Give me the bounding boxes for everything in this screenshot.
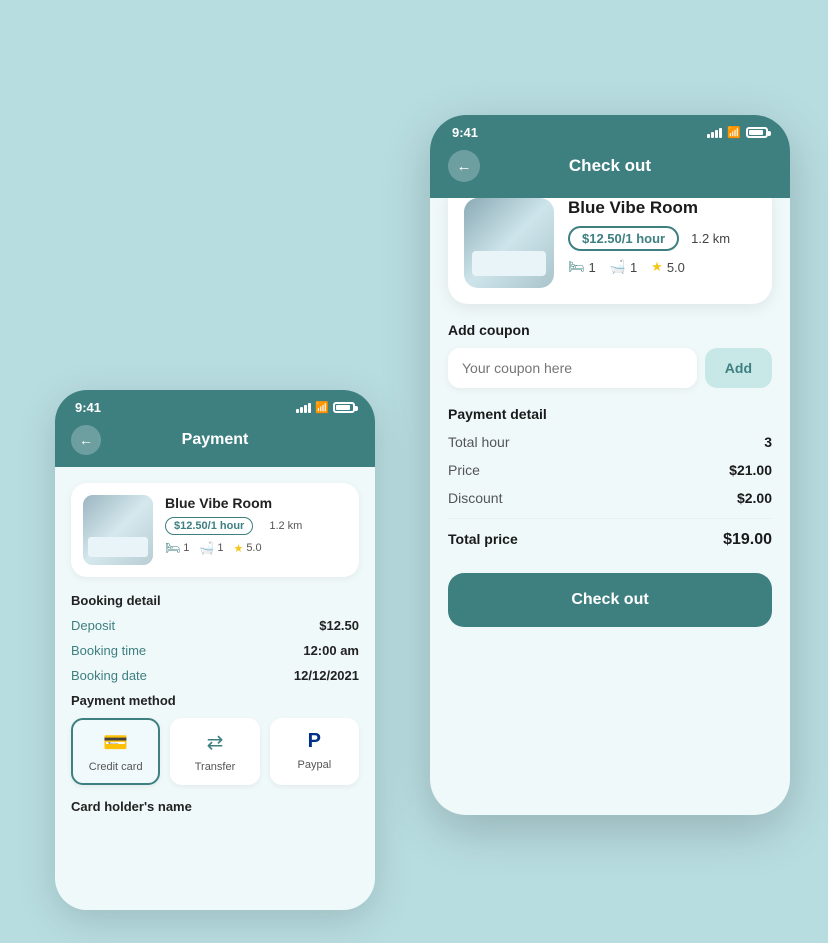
coupon-input[interactable] [448,348,697,388]
status-bar-back: 9:41 📶 [55,390,375,423]
coupon-label: Add coupon [448,322,772,338]
header-title-front: Check out [569,156,651,176]
pm-paypal-card[interactable]: P Paypal [270,718,359,785]
price-value: $21.00 [729,462,772,478]
booking-time-row: Booking time 12:00 am [71,643,359,658]
total-price-value: $19.00 [723,531,772,549]
content-front: Blue Vibe Room $12.50/1 hour 1.2 km 🛏 1 … [430,198,790,788]
header-title-back: Payment [182,431,249,449]
room-amenities-front: 🛏 1 🛁 1 ★ 5.0 [568,259,756,275]
credit-card-icon: 💳 [103,730,128,755]
battery-icon-front [746,127,768,138]
status-icons-front: 📶 [707,126,768,139]
payment-phone: 9:41 📶 ← Payment Blue Vibe Room $12.50/ [55,390,375,910]
back-button-back[interactable]: ← [71,425,101,455]
room-thumb-front [464,198,554,288]
price-row-front: $12.50/1 hour 1.2 km [568,226,756,251]
pd-divider [448,518,772,519]
signal-icon-back [296,403,311,413]
price-row: Price $21.00 [448,462,772,478]
bed-icon-back: 🛏 [165,541,180,555]
checkout-button[interactable]: Check out [448,573,772,627]
rating-amenity-front: ★ 5.0 [651,259,685,275]
room-image-back [83,495,153,565]
payment-detail-title: Payment detail [448,406,772,422]
beds-amenity-front: 🛏 1 [568,259,596,275]
total-hour-value: 3 [764,434,772,450]
bath-icon-front: 🛁 [610,259,626,275]
star-icon-back: ★ [233,542,243,555]
back-button-front[interactable]: ← [448,150,480,182]
total-hour-label: Total hour [448,434,509,450]
pm-credit-card[interactable]: 💳 Credit card [71,718,160,785]
beds-amenity-back: 🛏 1 [165,541,189,555]
total-price-row: Total price $19.00 [448,531,772,549]
deposit-row: Deposit $12.50 [71,618,359,633]
booking-date-label: Booking date [71,668,147,683]
signal-icon-front [707,128,722,138]
card-holder-label: Card holder's name [71,799,359,814]
status-time-back: 9:41 [75,400,101,415]
discount-label: Discount [448,490,502,506]
bath-icon-back: 🛁 [199,541,214,555]
room-image-front [464,198,554,288]
total-hour-row: Total hour 3 [448,434,772,450]
room-distance-back: 1.2 km [269,520,302,532]
discount-value: $2.00 [737,490,772,506]
payment-method-title: Payment method [71,693,359,708]
content-back: Blue Vibe Room $12.50/1 hour 1.2 km 🛏 1 … [55,467,375,840]
checkout-phone: 9:41 📶 ← Check out Blue Vibe Room $12.5 [430,115,790,815]
battery-icon-back [333,402,355,413]
pm-credit-label: Credit card [89,761,143,773]
discount-row: Discount $2.00 [448,490,772,506]
booking-date-value: 12/12/2021 [294,668,359,683]
wifi-icon-back: 📶 [315,401,329,414]
booking-date-row: Booking date 12/12/2021 [71,668,359,683]
header-front: ← Check out [430,148,790,198]
room-thumb-back [83,495,153,565]
status-icons-back: 📶 [296,401,355,414]
room-card-front: Blue Vibe Room $12.50/1 hour 1.2 km 🛏 1 … [448,198,772,304]
booking-detail-title: Booking detail [71,593,359,608]
room-price-back: $12.50/1 hour [165,517,253,535]
booking-time-value: 12:00 am [303,643,359,658]
total-price-label: Total price [448,531,518,549]
bed-icon-front: 🛏 [568,259,585,275]
coupon-row: Add [448,348,772,388]
room-amenities-back: 🛏 1 🛁 1 ★ 5.0 [165,541,347,555]
room-distance-front: 1.2 km [691,231,730,246]
header-back: ← Payment [55,423,375,467]
deposit-value: $12.50 [319,618,359,633]
room-name-back: Blue Vibe Room [165,495,347,511]
paypal-icon: P [308,730,321,753]
room-name-front: Blue Vibe Room [568,198,756,218]
bath-amenity-front: 🛁 1 [610,259,637,275]
coupon-add-button[interactable]: Add [705,348,772,388]
star-icon-front: ★ [651,259,663,275]
wifi-icon-front: 📶 [727,126,741,139]
pm-paypal-label: Paypal [298,759,332,771]
room-info-front: Blue Vibe Room $12.50/1 hour 1.2 km 🛏 1 … [568,198,756,288]
room-info-back: Blue Vibe Room $12.50/1 hour 1.2 km 🛏 1 … [165,495,347,565]
pm-transfer-card[interactable]: ⇄ Transfer [170,718,259,785]
coupon-section: Add coupon Add [448,322,772,388]
deposit-label: Deposit [71,618,115,633]
room-card-back: Blue Vibe Room $12.50/1 hour 1.2 km 🛏 1 … [71,483,359,577]
payment-methods-list: 💳 Credit card ⇄ Transfer P Paypal [71,718,359,785]
pm-transfer-label: Transfer [195,761,236,773]
status-bar-front: 9:41 📶 [430,115,790,148]
price-label: Price [448,462,480,478]
payment-detail-section: Payment detail Total hour 3 Price $21.00… [448,406,772,549]
transfer-icon: ⇄ [207,730,224,755]
rating-amenity-back: ★ 5.0 [233,542,261,555]
status-time-front: 9:41 [452,125,478,140]
room-price-front: $12.50/1 hour [568,226,679,251]
bath-amenity-back: 🛁 1 [199,541,223,555]
booking-time-label: Booking time [71,643,146,658]
